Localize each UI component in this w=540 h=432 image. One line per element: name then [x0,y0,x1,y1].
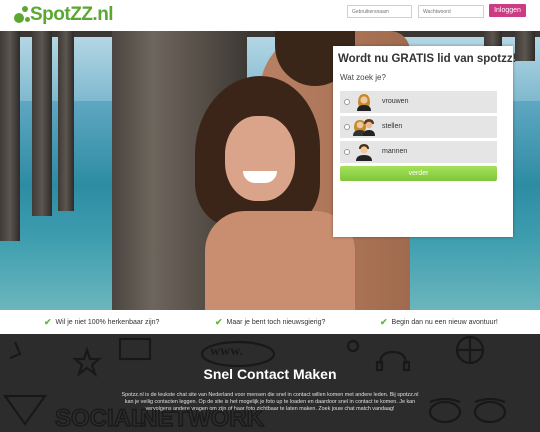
check-icon: ✔ [215,317,223,327]
option-label: mannen [382,148,408,155]
doodle-background: SOCIAL NETWORK [2,335,507,432]
password-input[interactable] [418,5,484,18]
signup-panel: Wordt nu GRATIS lid van spotzz! Wat zoek… [333,46,517,237]
hero-person [175,71,355,310]
option-stellen[interactable]: stellen [340,116,497,138]
header: SpotZZ.nl Inloggen [0,0,540,31]
usp-item: ✔ Maar je bent toch nieuwsgierig? [215,317,326,327]
footer-text: Spotzz.nl is de leukste chat site van Ne… [121,392,419,413]
option-label: stellen [382,123,403,130]
logo-text: SpotZZ.nl [30,4,114,25]
option-label: vrouwen [382,98,409,105]
logo-dots-icon [14,4,30,26]
check-icon: ✔ [44,317,52,327]
radio-mannen[interactable] [344,149,350,155]
footer-section: SOCIAL NETWORK www. Snel Contact Maken S… [0,334,540,432]
man-avatar-icon [356,144,372,161]
check-icon: ✔ [380,317,388,327]
next-button[interactable]: verder [340,166,497,181]
usp-item: ✔ Begin dan nu een nieuw avontuur! [380,317,498,327]
login-button[interactable]: Inloggen [489,4,526,17]
logo[interactable]: SpotZZ.nl [14,3,114,27]
radio-stellen[interactable] [344,124,350,130]
option-vrouwen[interactable]: vrouwen [340,91,497,113]
woman-avatar-icon [357,94,371,111]
username-input[interactable] [347,5,412,18]
www-doodle: www. [210,344,244,359]
usp-item: ✔ Wil je niet 100% herkenbaar zijn? [44,317,160,327]
option-mannen[interactable]: mannen [340,141,497,163]
signup-title: Wordt nu GRATIS lid van spotzz! [338,53,517,65]
footer-title: Snel Contact Maken [203,366,337,382]
signup-question: Wat zoek je? [340,73,386,82]
usp-bar: ✔ Wil je niet 100% herkenbaar zijn? ✔ Ma… [0,310,540,334]
couple-avatar-icon [353,119,375,136]
radio-vrouwen[interactable] [344,99,350,105]
